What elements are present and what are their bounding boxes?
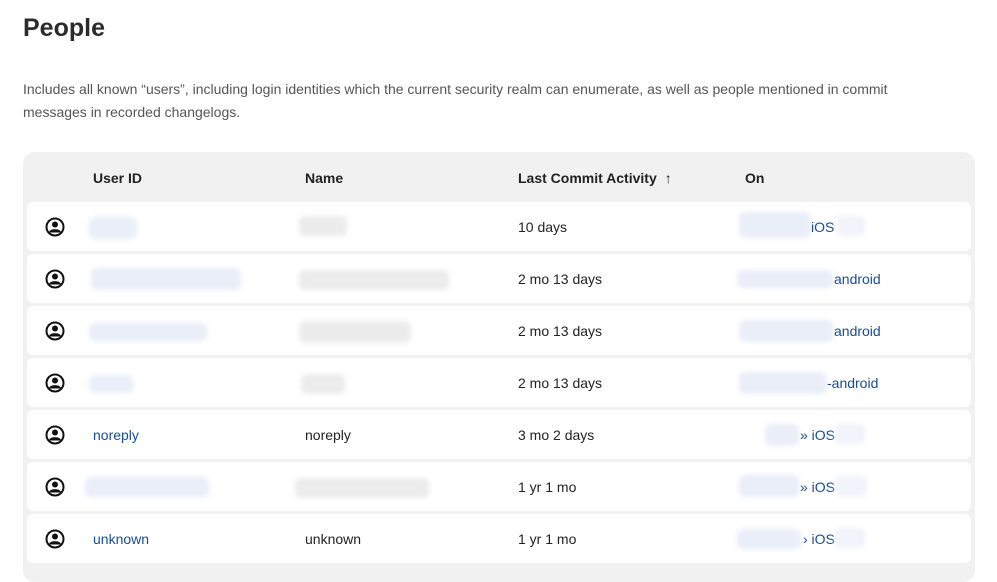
page-title: People — [23, 14, 105, 42]
last-commit-value: 1 yr 1 mo — [518, 531, 577, 547]
user-circle-icon — [45, 477, 65, 497]
last-commit-value: 3 mo 2 days — [518, 427, 595, 443]
on-prefix-redacted — [739, 320, 833, 342]
on-link[interactable]: android — [834, 271, 881, 287]
name-redacted — [299, 321, 411, 343]
table-row[interactable]: 2 mo 13 days android — [27, 306, 971, 355]
user-id-link[interactable]: noreply — [93, 427, 139, 443]
name-redacted — [299, 216, 347, 236]
user-circle-icon — [45, 321, 65, 341]
name-value: noreply — [305, 427, 351, 443]
name-value: unknown — [305, 531, 362, 547]
on-suffix-redacted — [837, 216, 865, 236]
on-link[interactable]: » iOS — [800, 427, 835, 443]
on-link[interactable]: iOS — [811, 219, 834, 235]
on-link[interactable]: › iOS — [803, 531, 835, 547]
last-commit-value: 10 days — [518, 219, 568, 235]
last-commit-value: 2 mo 13 days — [518, 271, 603, 287]
on-prefix-redacted — [737, 270, 833, 288]
user-id-redacted[interactable] — [85, 477, 209, 497]
on-suffix-redacted — [835, 476, 867, 496]
on-link[interactable]: -android — [827, 375, 878, 391]
user-id-redacted[interactable] — [91, 268, 241, 290]
on-prefix-redacted — [765, 424, 799, 446]
table-row[interactable]: unknown unknown 1 yr 1 mo › iOS — [27, 514, 971, 563]
user-circle-icon — [45, 529, 65, 549]
table-row[interactable]: noreply noreply 3 mo 2 days » iOS — [27, 410, 971, 459]
arrow-up-icon[interactable]: ↑ — [665, 170, 672, 186]
people-page: People Includes all known “users”, inclu… — [0, 0, 997, 582]
name-redacted — [301, 374, 345, 394]
table-header: User ID Name Last Commit Activity ↑ On — [23, 152, 975, 202]
on-link[interactable]: » iOS — [800, 479, 835, 495]
last-commit-value: 1 yr 1 mo — [518, 479, 577, 495]
name-redacted — [295, 478, 429, 498]
user-circle-icon — [45, 217, 65, 237]
header-name[interactable]: Name — [305, 170, 343, 186]
header-last-commit[interactable]: Last Commit Activity ↑ — [518, 170, 672, 186]
page-description: Includes all known “users”, including lo… — [23, 81, 888, 120]
header-last-commit-label: Last Commit Activity — [518, 170, 657, 186]
people-table: User ID Name Last Commit Activity ↑ On 10… — [23, 152, 975, 582]
header-user-id[interactable]: User ID — [93, 170, 142, 186]
user-id-link[interactable]: unknown — [93, 531, 149, 547]
table-row[interactable]: 1 yr 1 mo » iOS — [27, 462, 971, 511]
name-redacted — [299, 270, 449, 290]
user-id-redacted[interactable] — [89, 217, 137, 239]
on-suffix-redacted — [835, 424, 865, 444]
table-row[interactable]: 2 mo 13 days -android — [27, 358, 971, 407]
on-prefix-redacted — [739, 372, 827, 394]
on-suffix-redacted — [835, 528, 865, 548]
on-prefix-redacted — [739, 475, 799, 497]
user-circle-icon — [45, 373, 65, 393]
user-circle-icon — [45, 269, 65, 289]
on-link[interactable]: android — [834, 323, 881, 339]
last-commit-value: 2 mo 13 days — [518, 323, 603, 339]
header-on[interactable]: On — [745, 170, 764, 186]
last-commit-value: 2 mo 13 days — [518, 375, 603, 391]
user-id-redacted[interactable] — [89, 323, 207, 341]
table-row[interactable]: 10 days iOS — [27, 202, 971, 251]
on-prefix-redacted — [737, 529, 801, 549]
user-id-redacted[interactable] — [89, 375, 133, 393]
user-circle-icon — [45, 425, 65, 445]
table-row[interactable]: 2 mo 13 days android — [27, 254, 971, 303]
on-prefix-redacted — [739, 212, 811, 238]
